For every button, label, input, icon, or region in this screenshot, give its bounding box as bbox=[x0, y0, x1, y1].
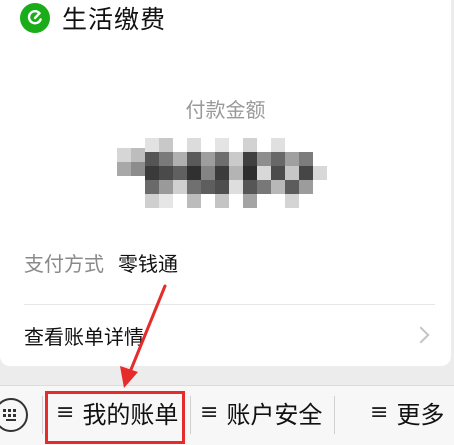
annotation-arrow bbox=[120, 284, 167, 388]
